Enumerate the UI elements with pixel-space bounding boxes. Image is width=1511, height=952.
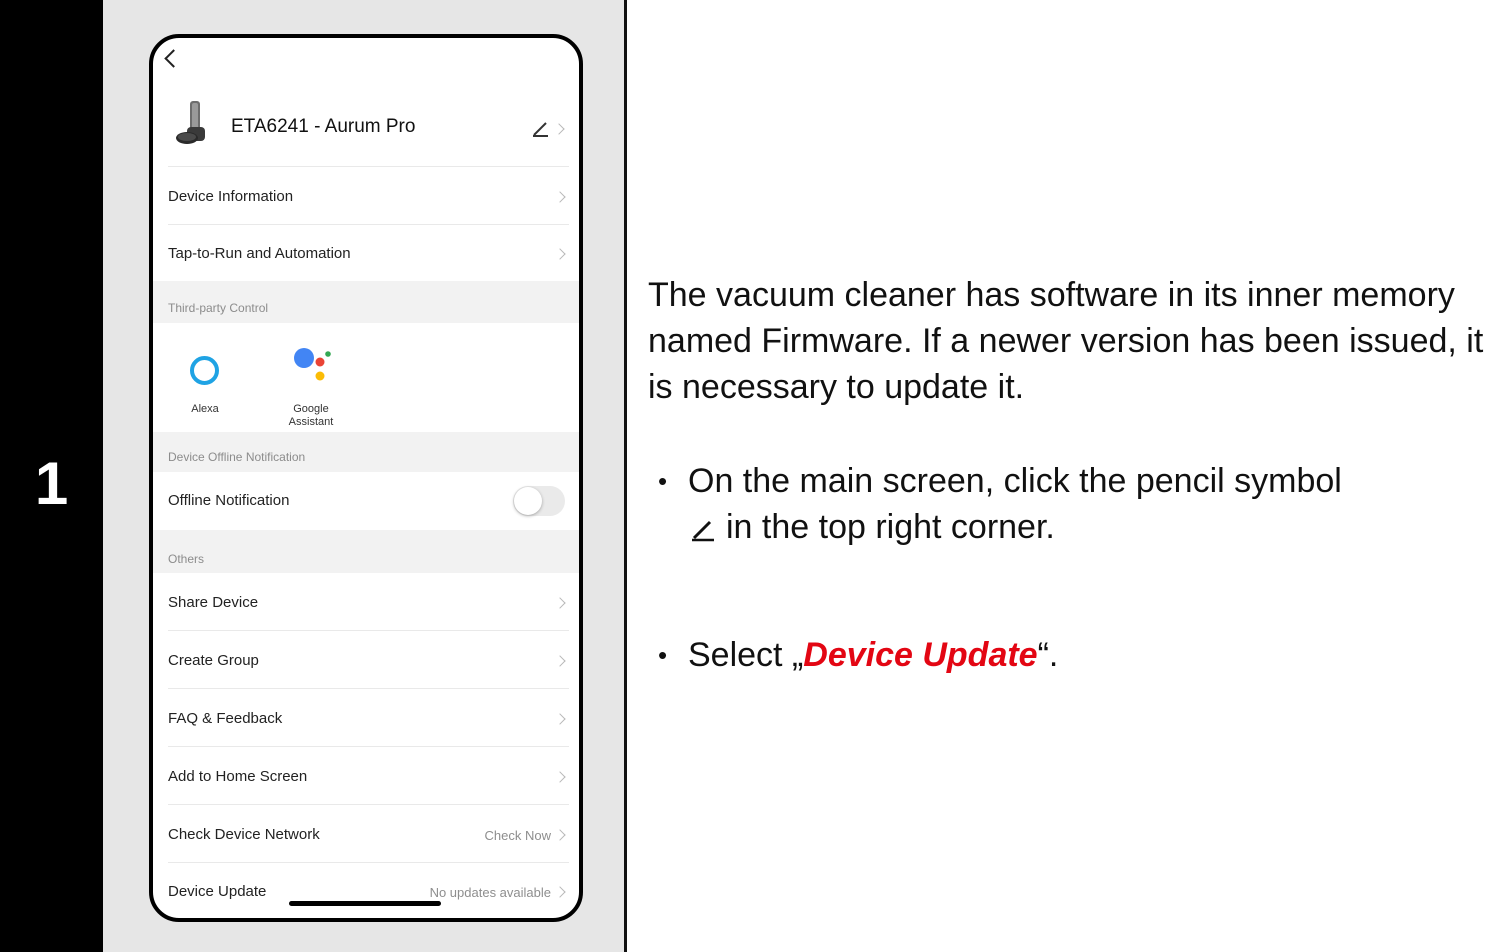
menu-item-device-update[interactable]: Device Update No updates available — [153, 863, 579, 918]
bullet-2-prefix: Select „ — [688, 636, 804, 674]
section-header-third-party: Third-party Control — [153, 281, 579, 323]
bullet-1-line-2: in the top right corner. — [726, 508, 1055, 546]
menu-item-create-group[interactable]: Create Group — [153, 631, 579, 688]
bullet-1-line-1: On the main screen, click the pencil sym… — [688, 462, 1342, 500]
menu-label: Share Device — [168, 594, 259, 611]
device-update-highlight: Device Update — [803, 636, 1038, 674]
google-assistant-label: Google Assistant — [288, 403, 334, 428]
chevron-right-icon — [554, 886, 566, 898]
menu-item-tap-to-run[interactable]: Tap-to-Run and Automation — [153, 225, 579, 281]
google-assistant-icon[interactable] — [291, 342, 333, 382]
menu-label: Tap-to-Run and Automation — [168, 245, 351, 262]
menu-label: Check Device Network — [168, 826, 320, 843]
device-name: ETA6241 - Aurum Pro — [231, 116, 416, 137]
pencil-icon[interactable] — [531, 118, 551, 138]
menu-label: FAQ & Feedback — [168, 710, 283, 727]
section-header-offline: Device Offline Notification — [153, 432, 579, 472]
menu-item-add-to-home-screen[interactable]: Add to Home Screen — [153, 747, 579, 804]
menu-item-device-information[interactable]: Device Information — [153, 168, 579, 224]
menu-label: Create Group — [168, 652, 259, 669]
chevron-right-icon — [554, 655, 566, 667]
separator — [168, 166, 569, 167]
bullet-2-suffix: “. — [1037, 636, 1059, 674]
menu-item-share-device[interactable]: Share Device — [153, 573, 579, 630]
check-now-link[interactable]: Check Now — [485, 828, 551, 843]
back-icon[interactable] — [164, 49, 183, 68]
bullet-dot: • — [658, 466, 668, 496]
chevron-right-icon — [553, 123, 565, 135]
home-indicator — [289, 901, 441, 906]
chevron-right-icon — [554, 771, 566, 783]
toggle-knob — [514, 487, 542, 515]
menu-label: Offline Notification — [168, 492, 290, 509]
update-status: No updates available — [429, 885, 551, 900]
menu-item-faq-feedback[interactable]: FAQ & Feedback — [153, 689, 579, 746]
chevron-right-icon — [554, 829, 566, 841]
divider — [624, 0, 627, 952]
step-number: 1 — [34, 450, 69, 517]
section-header-others: Others — [153, 530, 579, 573]
phone-frame: ETA6241 - Aurum Pro Device Information T… — [149, 34, 583, 922]
bullet-dot: • — [658, 640, 668, 670]
alexa-icon[interactable] — [190, 356, 219, 385]
intro-text: The vacuum cleaner has software in its i… — [648, 276, 1484, 406]
chevron-right-icon — [554, 713, 566, 725]
bullet-1-line-2-wrap: in the top right corner. — [688, 504, 1055, 550]
instructions: The vacuum cleaner has software in its i… — [648, 272, 1508, 674]
section-title: Device Offline Notification — [168, 450, 306, 464]
robot-vacuum-icon — [176, 101, 205, 144]
chevron-right-icon — [554, 191, 566, 203]
menu-item-check-device-network[interactable]: Check Device Network Check Now — [153, 805, 579, 862]
alexa-label: Alexa — [191, 403, 219, 415]
menu-label: Device Update — [168, 883, 267, 900]
section-title: Others — [168, 552, 205, 566]
chevron-right-icon — [554, 597, 566, 609]
bullet-2: Select „Device Update“. — [688, 632, 1058, 678]
section-title: Third-party Control — [168, 301, 269, 315]
menu-label: Add to Home Screen — [168, 768, 308, 785]
menu-label: Device Information — [168, 188, 294, 205]
chevron-right-icon — [554, 248, 566, 260]
pencil-icon — [692, 520, 714, 542]
